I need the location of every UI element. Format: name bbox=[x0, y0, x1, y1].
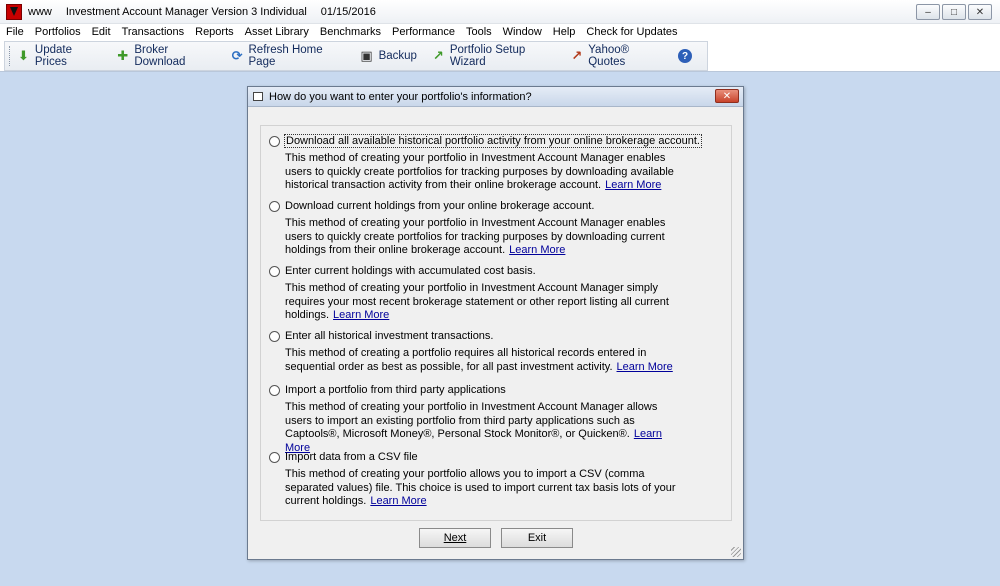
update-prices-button[interactable]: ⬇ Update Prices bbox=[17, 44, 101, 68]
backup-button[interactable]: ▣ Backup bbox=[360, 48, 417, 63]
next-label: Next bbox=[443, 532, 467, 544]
maximize-button[interactable]: □ bbox=[942, 4, 966, 20]
menu-tools[interactable]: Tools bbox=[466, 26, 492, 38]
refresh-home-page-label: Refresh Home Page bbox=[248, 44, 323, 68]
radio-cost-basis[interactable] bbox=[269, 265, 280, 277]
dialog-window-icon bbox=[253, 92, 263, 101]
menu-benchmarks[interactable]: Benchmarks bbox=[320, 26, 381, 38]
learn-more-link[interactable]: Learn More bbox=[509, 244, 565, 256]
radio-download-history[interactable] bbox=[269, 135, 280, 147]
radio-download-holdings[interactable] bbox=[269, 200, 280, 212]
menu-help[interactable]: Help bbox=[553, 26, 576, 38]
learn-more-link[interactable]: Learn More bbox=[617, 361, 673, 373]
menu-edit[interactable]: Edit bbox=[92, 26, 111, 38]
help-icon: ? bbox=[678, 49, 692, 63]
option-label[interactable]: Import a portfolio from third party appl… bbox=[285, 384, 506, 396]
option-description: This method of creating your portfolio a… bbox=[285, 468, 676, 508]
menu-window[interactable]: Window bbox=[503, 26, 542, 38]
window-controls: – □ ✕ bbox=[916, 4, 992, 20]
close-window-button[interactable]: ✕ bbox=[968, 4, 992, 20]
window-title: Investment Account Manager Version 3 Ind… bbox=[65, 5, 307, 18]
resize-grip[interactable] bbox=[731, 547, 741, 557]
menu-reports[interactable]: Reports bbox=[195, 26, 234, 38]
broker-download-label: Broker Download bbox=[134, 44, 186, 68]
exit-label: Exit bbox=[527, 532, 547, 544]
learn-more-link[interactable]: Learn More bbox=[370, 495, 426, 507]
option-description: This method of creating your portfolio i… bbox=[285, 401, 658, 441]
refresh-icon: ⟳ bbox=[231, 48, 243, 63]
dialog-title: How do you want to enter your portfolio'… bbox=[269, 90, 532, 103]
menu-transactions[interactable]: Transactions bbox=[122, 26, 185, 38]
quotes-chart-icon: ↗ bbox=[571, 48, 583, 63]
exit-button[interactable]: Exit bbox=[501, 528, 573, 548]
refresh-home-page-button[interactable]: ⟳ Refresh Home Page bbox=[231, 44, 345, 68]
radio-import-csv[interactable] bbox=[269, 451, 280, 463]
menu-asset-library[interactable]: Asset Library bbox=[245, 26, 309, 38]
help-button[interactable]: ? bbox=[678, 49, 692, 63]
yahoo-quotes-button[interactable]: ↗ Yahoo® Quotes bbox=[570, 44, 663, 68]
backup-label: Backup bbox=[378, 50, 417, 62]
next-button[interactable]: Next bbox=[419, 528, 491, 548]
portfolio-setup-wizard-button[interactable]: ↗ Portfolio Setup Wizard bbox=[432, 44, 555, 68]
option-import-csv: Import data from a CSV file This method … bbox=[269, 450, 677, 509]
portfolio-setup-wizard-label: Portfolio Setup Wizard bbox=[449, 44, 526, 68]
option-import-third-party: Import a portfolio from third party appl… bbox=[269, 383, 677, 455]
option-download-history: Download all available historical portfo… bbox=[269, 134, 702, 193]
menu-bar: File Portfolios Edit Transactions Report… bbox=[0, 24, 1000, 40]
radio-historical-transactions[interactable] bbox=[269, 330, 280, 342]
plus-icon: ✚ bbox=[117, 48, 129, 63]
learn-more-link[interactable]: Learn More bbox=[605, 179, 661, 191]
options-group: Download all available historical portfo… bbox=[260, 125, 732, 521]
option-label[interactable]: Enter all historical investment transact… bbox=[285, 330, 493, 342]
window-title-bar: www Investment Account Manager Version 3… bbox=[0, 0, 1000, 24]
option-label[interactable]: Download current holdings from your onli… bbox=[285, 200, 594, 212]
toolbar-grip[interactable] bbox=[9, 46, 12, 66]
toolbar: ⬇ Update Prices ✚ Broker Download ⟳ Refr… bbox=[0, 40, 1000, 72]
portfolio-entry-dialog: How do you want to enter your portfolio'… bbox=[247, 86, 744, 560]
update-prices-label: Update Prices bbox=[34, 44, 72, 68]
yahoo-quotes-label: Yahoo® Quotes bbox=[588, 44, 630, 68]
menu-check-updates[interactable]: Check for Updates bbox=[586, 26, 677, 38]
broker-download-button[interactable]: ✚ Broker Download bbox=[116, 44, 215, 68]
menu-performance[interactable]: Performance bbox=[392, 26, 455, 38]
disk-icon: ▣ bbox=[360, 48, 373, 63]
wizard-chart-icon: ↗ bbox=[432, 48, 444, 63]
option-description: This method of creating your portfolio i… bbox=[285, 217, 666, 257]
option-download-holdings: Download current holdings from your onli… bbox=[269, 199, 677, 258]
download-arrow-icon: ⬇ bbox=[17, 48, 29, 63]
title-prefix: www bbox=[28, 5, 52, 18]
option-label[interactable]: Import data from a CSV file bbox=[285, 451, 418, 463]
app-logo-icon[interactable] bbox=[6, 3, 22, 20]
menu-portfolios[interactable]: Portfolios bbox=[35, 26, 81, 38]
option-label[interactable]: Enter current holdings with accumulated … bbox=[285, 265, 536, 277]
minimize-button[interactable]: – bbox=[916, 4, 940, 20]
option-historical-transactions: Enter all historical investment transact… bbox=[269, 329, 677, 374]
option-cost-basis: Enter current holdings with accumulated … bbox=[269, 264, 677, 323]
window-date: 01/15/2016 bbox=[320, 5, 376, 18]
radio-import-third-party[interactable] bbox=[269, 384, 280, 396]
toolbar-strip: ⬇ Update Prices ✚ Broker Download ⟳ Refr… bbox=[4, 41, 708, 71]
menu-file[interactable]: File bbox=[6, 26, 24, 38]
learn-more-link[interactable]: Learn More bbox=[333, 309, 389, 321]
dialog-title-bar: How do you want to enter your portfolio'… bbox=[248, 87, 743, 107]
option-description: This method of creating a portfolio requ… bbox=[285, 347, 647, 373]
dialog-close-button[interactable]: ✕ bbox=[715, 89, 739, 103]
option-label[interactable]: Download all available historical portfo… bbox=[284, 134, 702, 148]
